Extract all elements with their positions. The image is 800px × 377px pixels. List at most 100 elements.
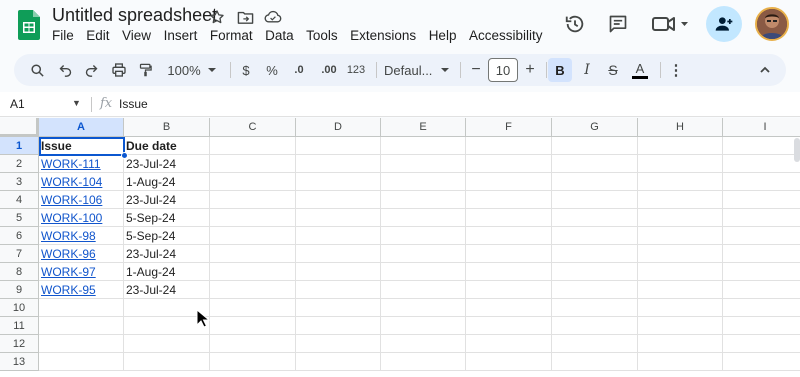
- meet-video-icon[interactable]: [650, 12, 690, 36]
- cell-d11[interactable]: [296, 317, 381, 335]
- cell-a5[interactable]: WORK-100: [39, 209, 124, 227]
- cell-c5[interactable]: [210, 209, 296, 227]
- sheets-logo-icon[interactable]: [18, 10, 40, 40]
- cell-c9[interactable]: [210, 281, 296, 299]
- font-family-select[interactable]: Defaul...: [384, 58, 452, 82]
- decrease-font-size-button[interactable]: −: [466, 58, 486, 82]
- cell-c11[interactable]: [210, 317, 296, 335]
- cell-i8[interactable]: [723, 263, 800, 281]
- cell-g6[interactable]: [552, 227, 638, 245]
- cell-b5[interactable]: 5-Sep-24: [124, 209, 210, 227]
- cell-e3[interactable]: [381, 173, 466, 191]
- row-header-12[interactable]: 12: [0, 335, 39, 353]
- move-folder-icon[interactable]: [234, 7, 256, 27]
- cell-f4[interactable]: [466, 191, 552, 209]
- column-header-f[interactable]: F: [466, 118, 552, 137]
- column-header-c[interactable]: C: [210, 118, 296, 137]
- cell-b8[interactable]: 1-Aug-24: [124, 263, 210, 281]
- spreadsheet-grid[interactable]: A B C D E F G H I 1 Issue Due date 2 WORK-111 23-Jul-2…: [0, 118, 800, 377]
- menu-data[interactable]: Data: [265, 28, 294, 43]
- column-header-i[interactable]: I: [723, 118, 800, 137]
- cell-i9[interactable]: [723, 281, 800, 299]
- menu-tools[interactable]: Tools: [306, 28, 338, 43]
- cell-i7[interactable]: [723, 245, 800, 263]
- cell-b4[interactable]: 23-Jul-24: [124, 191, 210, 209]
- increase-decimal-button[interactable]: .00: [316, 58, 342, 82]
- format-currency-button[interactable]: $: [236, 58, 256, 82]
- cell-h5[interactable]: [638, 209, 723, 227]
- row-header-13[interactable]: 13: [0, 353, 39, 371]
- caret-down-icon[interactable]: ▼: [72, 98, 81, 108]
- strikethrough-button[interactable]: S: [602, 58, 624, 82]
- cell-c3[interactable]: [210, 173, 296, 191]
- column-header-h[interactable]: H: [638, 118, 723, 137]
- comments-icon[interactable]: [606, 12, 630, 36]
- cell-h3[interactable]: [638, 173, 723, 191]
- paint-format-icon[interactable]: [134, 58, 156, 82]
- cell-c2[interactable]: [210, 155, 296, 173]
- star-icon[interactable]: [206, 7, 228, 27]
- cell-g2[interactable]: [552, 155, 638, 173]
- cell-a1[interactable]: Issue: [39, 137, 124, 155]
- cell-d9[interactable]: [296, 281, 381, 299]
- cell-g10[interactable]: [552, 299, 638, 317]
- row-header-8[interactable]: 8: [0, 263, 39, 281]
- cell-i11[interactable]: [723, 317, 800, 335]
- cell-a3[interactable]: WORK-104: [39, 173, 124, 191]
- menu-edit[interactable]: Edit: [86, 28, 109, 43]
- cell-i5[interactable]: [723, 209, 800, 227]
- cell-e5[interactable]: [381, 209, 466, 227]
- cell-i10[interactable]: [723, 299, 800, 317]
- increase-font-size-button[interactable]: +: [520, 58, 540, 82]
- fill-handle[interactable]: [121, 152, 128, 159]
- column-header-a[interactable]: A: [39, 118, 124, 137]
- cell-c4[interactable]: [210, 191, 296, 209]
- decrease-decimal-button[interactable]: .0: [288, 58, 310, 82]
- zoom-select[interactable]: 100%: [164, 58, 220, 82]
- cell-d12[interactable]: [296, 335, 381, 353]
- cell-i6[interactable]: [723, 227, 800, 245]
- text-color-button[interactable]: A: [628, 58, 652, 82]
- column-header-b[interactable]: B: [124, 118, 210, 137]
- cell-a8[interactable]: WORK-97: [39, 263, 124, 281]
- cell-h12[interactable]: [638, 335, 723, 353]
- bold-button[interactable]: B: [548, 58, 572, 82]
- cell-a6[interactable]: WORK-98: [39, 227, 124, 245]
- cell-g8[interactable]: [552, 263, 638, 281]
- print-icon[interactable]: [108, 58, 130, 82]
- cell-e12[interactable]: [381, 335, 466, 353]
- row-header-9[interactable]: 9: [0, 281, 39, 299]
- cell-g5[interactable]: [552, 209, 638, 227]
- cell-h4[interactable]: [638, 191, 723, 209]
- menu-insert[interactable]: Insert: [164, 28, 198, 43]
- cell-f10[interactable]: [466, 299, 552, 317]
- font-size-input[interactable]: 10: [488, 58, 518, 82]
- more-formats-button[interactable]: 123: [344, 58, 368, 82]
- share-button[interactable]: [706, 6, 742, 42]
- cell-d10[interactable]: [296, 299, 381, 317]
- row-header-6[interactable]: 6: [0, 227, 39, 245]
- cell-d7[interactable]: [296, 245, 381, 263]
- cell-c6[interactable]: [210, 227, 296, 245]
- name-box[interactable]: A1: [10, 97, 25, 111]
- cell-d2[interactable]: [296, 155, 381, 173]
- search-menus-icon[interactable]: [26, 58, 48, 82]
- cell-g1[interactable]: [552, 137, 638, 155]
- cell-f11[interactable]: [466, 317, 552, 335]
- cell-d6[interactable]: [296, 227, 381, 245]
- cell-f1[interactable]: [466, 137, 552, 155]
- cell-f8[interactable]: [466, 263, 552, 281]
- cell-g12[interactable]: [552, 335, 638, 353]
- cell-c8[interactable]: [210, 263, 296, 281]
- cell-h6[interactable]: [638, 227, 723, 245]
- cell-b2[interactable]: 23-Jul-24: [124, 155, 210, 173]
- account-avatar[interactable]: [755, 7, 789, 41]
- cell-a2[interactable]: WORK-111: [39, 155, 124, 173]
- cell-e9[interactable]: [381, 281, 466, 299]
- cell-b6[interactable]: 5-Sep-24: [124, 227, 210, 245]
- cell-a13[interactable]: [39, 353, 124, 371]
- cell-g3[interactable]: [552, 173, 638, 191]
- cell-b9[interactable]: 23-Jul-24: [124, 281, 210, 299]
- cell-i13[interactable]: [723, 353, 800, 371]
- cell-a10[interactable]: [39, 299, 124, 317]
